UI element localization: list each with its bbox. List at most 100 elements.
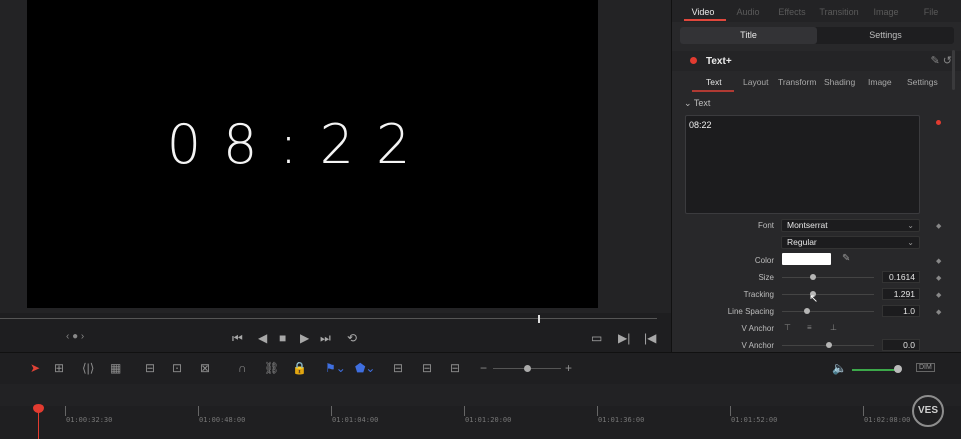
size-slider-knob[interactable] [810, 274, 816, 280]
v-anchor-field[interactable]: 0.0 [882, 339, 920, 351]
tracking-field[interactable]: 1.291 [882, 288, 920, 300]
chevron-down-icon: ⌄ [684, 98, 694, 108]
blade-tool-icon[interactable]: ▦ [110, 361, 121, 375]
keyframe-diamond-icon[interactable]: ◆ [936, 257, 941, 265]
v-anchor-label: V Anchor [741, 324, 774, 333]
v-anchor-slider-knob[interactable] [826, 342, 832, 348]
style-select[interactable]: Regular ⌄ [781, 236, 920, 249]
tab-video[interactable]: Video [680, 7, 726, 17]
jump-start-icon[interactable]: ⏮ [232, 330, 243, 346]
viewer-scrubber[interactable] [0, 313, 671, 325]
zoom-in-icon[interactable]: + [565, 361, 572, 375]
chevron-down-icon: ⌄ [907, 221, 914, 230]
zoom-out-icon[interactable]: − [480, 361, 487, 375]
keyframe-icon[interactable] [936, 120, 941, 125]
line-spacing-label: Line Spacing [727, 307, 774, 316]
chevron-down-icon: ⌄ [907, 238, 914, 247]
font-select[interactable]: Montserrat ⌄ [781, 219, 920, 232]
dim-button[interactable]: DIM [916, 363, 935, 372]
anchor-bottom-icon[interactable]: ⊥ [830, 323, 837, 332]
overwrite-clip-icon[interactable]: ⊡ [172, 361, 182, 375]
color-label: Color [754, 256, 774, 265]
match-frame-icon[interactable]: ▭ [591, 330, 602, 346]
insert-clip-icon[interactable]: ⊟ [145, 361, 155, 375]
keyframe-diamond-icon[interactable]: ◆ [936, 274, 941, 282]
timecode-label: 01:02:08:00 [864, 416, 911, 424]
size-label: Size [758, 273, 774, 282]
ruler-tick [597, 406, 598, 416]
ruler-tick [331, 406, 332, 416]
volume-slider[interactable] [852, 369, 900, 371]
line-spacing-field[interactable]: 1.0 [882, 305, 920, 317]
title-settings-toggle: Title Settings [680, 27, 954, 44]
tab-transition[interactable]: Transition [816, 7, 862, 17]
subtab-image[interactable]: Image [868, 77, 892, 87]
replace-clip-icon[interactable]: ⊠ [200, 361, 210, 375]
size-field[interactable]: 0.1614 [882, 271, 920, 283]
font-label: Font [757, 221, 774, 230]
anchor-top-icon[interactable]: ⊤ [784, 323, 791, 332]
segment-title[interactable]: Title [680, 27, 817, 44]
timecode-label: 01:01:04:00 [332, 416, 379, 424]
line-spacing-slider-knob[interactable] [804, 308, 810, 314]
snapping-icon[interactable]: ∩ [238, 361, 247, 375]
subtab-text[interactable]: Text [706, 77, 722, 87]
lock-icon[interactable]: 🔒 [292, 361, 307, 375]
ruler-tick [464, 406, 465, 416]
timeline-ruler[interactable]: 01:00:32:30 01:00:48:00 01:01:04:00 01:0… [0, 384, 961, 439]
subtab-settings[interactable]: Settings [907, 77, 938, 87]
tab-audio[interactable]: Audio [725, 7, 771, 17]
keyframe-diamond-icon[interactable]: ◆ [936, 308, 941, 316]
ruler-tick [730, 406, 731, 416]
viewer-panel: 08:22 [0, 0, 671, 313]
inspector-scrollbar[interactable] [952, 50, 955, 90]
next-edit-icon[interactable]: ▶| [618, 330, 630, 346]
viewer-nav-icon[interactable]: ‹ ● › [66, 331, 84, 342]
subtab-shading[interactable]: Shading [824, 77, 855, 87]
volume-slider-knob[interactable] [894, 365, 902, 373]
keyframe-diamond-icon[interactable]: ◆ [936, 222, 941, 230]
plugin-header: Text+ ✎ ↺ [672, 51, 961, 71]
plugin-title: Text+ [706, 56, 732, 67]
zoom-custom-icon[interactable]: ⊟ [450, 361, 460, 375]
zoom-slider-knob[interactable] [524, 365, 531, 372]
segment-settings[interactable]: Settings [817, 27, 954, 44]
scrubber-track [0, 318, 657, 319]
loop-icon[interactable]: ⟲ [347, 330, 357, 346]
tab-image[interactable]: Image [863, 7, 909, 17]
marker-icon[interactable]: ⬟⌄ [355, 361, 375, 375]
text-input[interactable]: 08:22 [685, 115, 920, 214]
section-text-header[interactable]: ⌄ Text [684, 98, 710, 109]
size-slider[interactable] [782, 277, 874, 278]
timeline-playhead[interactable] [38, 406, 39, 439]
speaker-icon[interactable]: 🔈 [832, 361, 847, 375]
reset-icon[interactable]: ✎ ↺ [931, 54, 953, 67]
play-icon[interactable]: ▶ [300, 330, 309, 346]
jump-end-icon[interactable]: ⏭ [320, 330, 331, 346]
plugin-subtabs: Text Layout Transform Shading Image Sett… [672, 74, 961, 92]
tracking-slider[interactable] [782, 294, 874, 295]
line-spacing-slider[interactable] [782, 311, 874, 312]
timecode-label: 01:01:20:00 [465, 416, 512, 424]
zoom-full-icon[interactable]: ⊟ [393, 361, 403, 375]
subtab-layout[interactable]: Layout [743, 77, 769, 87]
tab-file[interactable]: File [908, 7, 954, 17]
anchor-middle-icon[interactable]: ≡ [807, 323, 812, 332]
trim-tool-icon[interactable]: ⊞ [54, 361, 64, 375]
end-icon[interactable]: |◀ [644, 330, 656, 346]
stop-icon[interactable]: ■ [279, 330, 286, 346]
tab-effects[interactable]: Effects [769, 7, 815, 17]
dynamic-trim-icon[interactable]: ⟨|⟩ [82, 361, 94, 375]
scrubber-playhead[interactable] [538, 315, 540, 323]
enable-toggle-icon[interactable] [690, 57, 697, 64]
keyframe-diamond-icon[interactable]: ◆ [936, 291, 941, 299]
color-swatch[interactable] [782, 253, 831, 265]
subtab-transform[interactable]: Transform [778, 77, 816, 87]
play-reverse-icon[interactable]: ◀ [258, 330, 267, 346]
viewer-canvas[interactable]: 08:22 [27, 0, 598, 308]
link-icon[interactable]: ⛓ [264, 361, 279, 375]
selection-tool-icon[interactable]: ➤ [30, 361, 40, 375]
zoom-detail-icon[interactable]: ⊟ [422, 361, 432, 375]
eyedropper-icon[interactable]: ✎ [842, 253, 850, 264]
flag-icon[interactable]: ⚑⌄ [325, 361, 346, 375]
